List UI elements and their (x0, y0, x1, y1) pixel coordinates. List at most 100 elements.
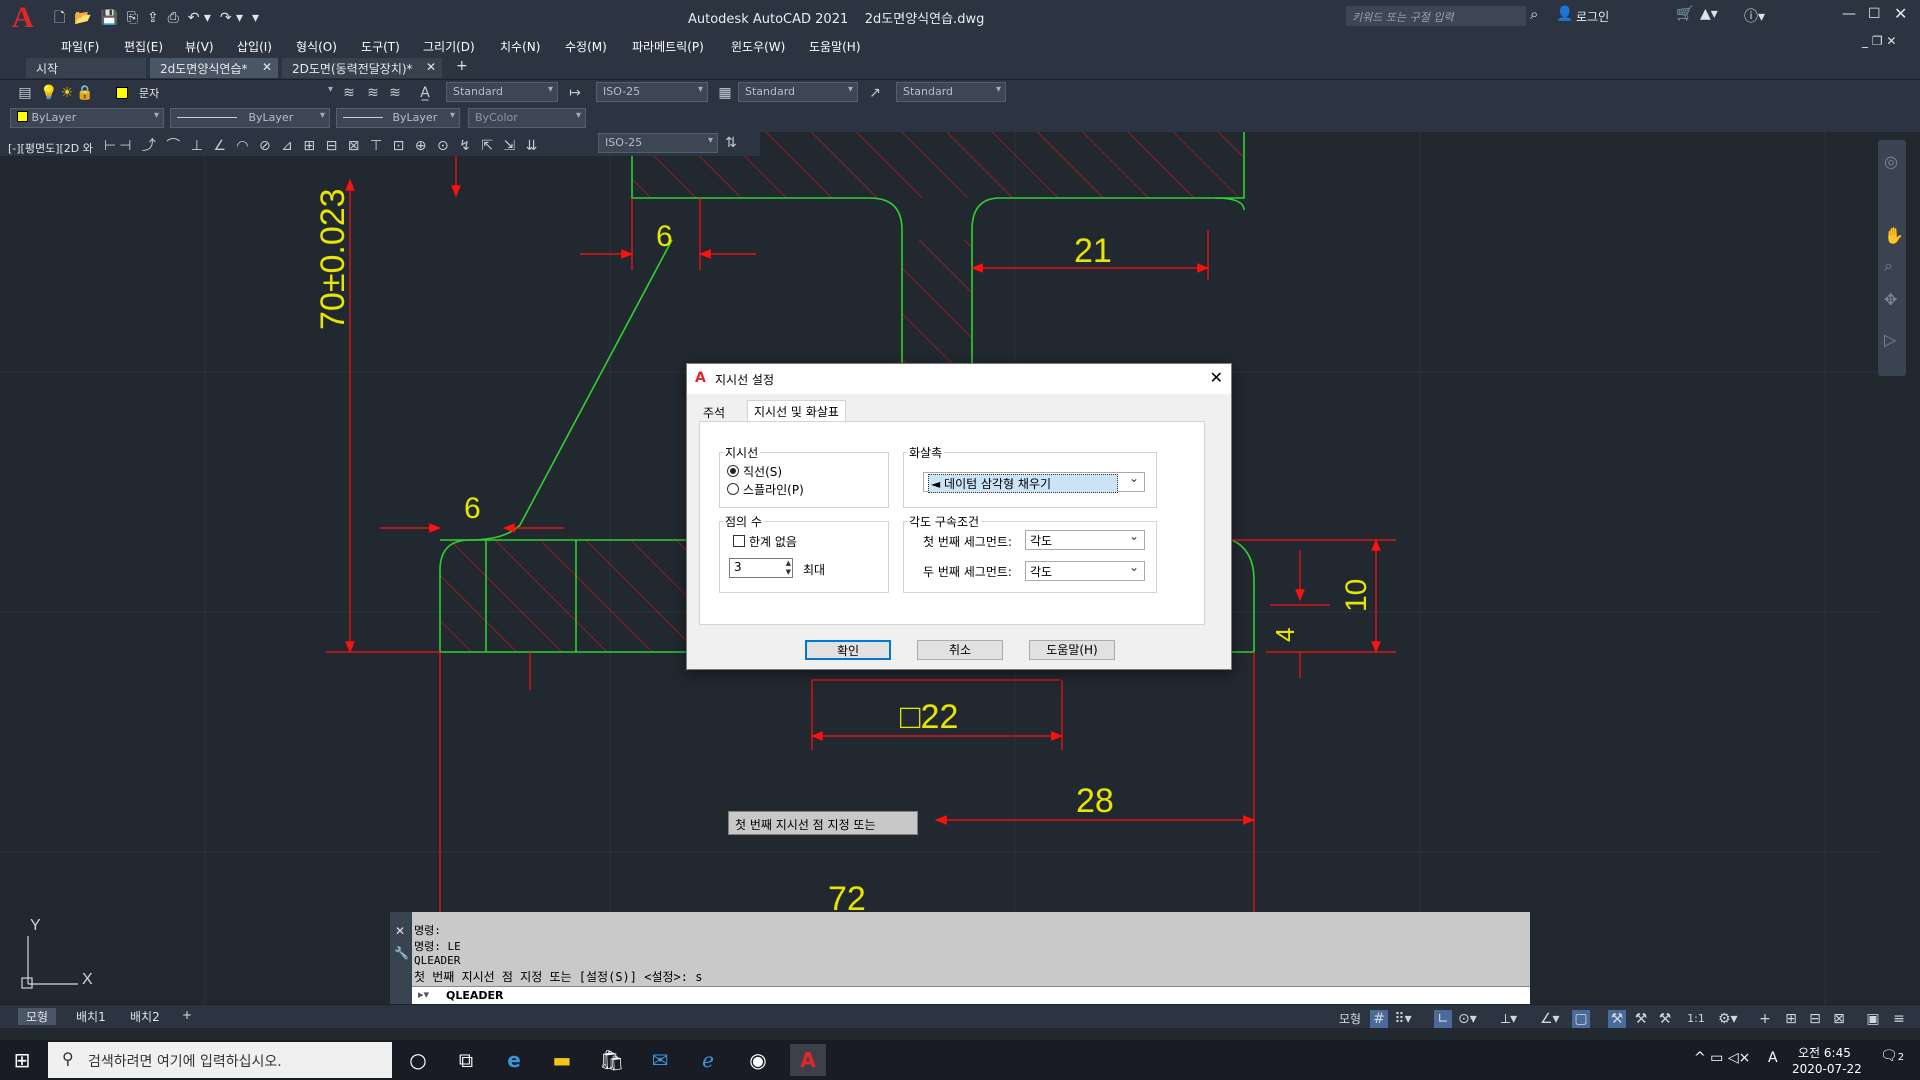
points-spinner[interactable]: 3 ▲ ▼ (729, 558, 793, 578)
maximize-icon[interactable]: ☐ (1868, 6, 1881, 22)
close-tab-icon[interactable]: ✕ (426, 60, 436, 74)
clean-screen-icon[interactable]: ▣ (1864, 1010, 1882, 1028)
text-style-dropdown[interactable]: Standard (446, 82, 558, 102)
isodraft-icon[interactable]: ⟂▾ (1500, 1010, 1518, 1028)
menu-edit[interactable]: 편집(E) (124, 38, 163, 55)
windows-start-icon[interactable]: ⊞ (4, 1044, 40, 1076)
undo-icon[interactable]: ↶ ▾ (188, 10, 211, 26)
menu-help[interactable]: 도움말(H) (809, 38, 861, 55)
dimension-tool-icons[interactable]: ⊢⊣ ⤴ ⌒ ⊥ ∠ ◠ ⊘ ⊿ ⊞ ⊟ ⊠ ⊤ ⊡ ⊕ ⊙ ↯ ⇱ ⇲ ⇊ (104, 135, 540, 155)
dialog-close-icon[interactable]: ✕ (1210, 368, 1223, 387)
mleader-style-dropdown[interactable]: Standard (896, 82, 1006, 102)
menu-draw[interactable]: 그리기(D) (423, 38, 475, 55)
snap-icon[interactable]: ⠿▾ (1394, 1010, 1412, 1028)
ortho-icon[interactable]: ∟ (1434, 1010, 1452, 1028)
layer-lock-icon[interactable]: 🔒 (76, 84, 94, 102)
workspace-gear-icon[interactable]: ⚙▾ (1718, 1010, 1738, 1028)
edge-icon[interactable]: e (496, 1044, 532, 1076)
plotstyle-dropdown[interactable]: ByColor (468, 108, 586, 128)
tray-icons[interactable]: ^ ▭ ◁× (1694, 1050, 1750, 1066)
autocad-logo[interactable]: A (12, 3, 42, 33)
new-tab-icon[interactable]: + (456, 58, 468, 74)
tab-leader-arrow[interactable]: 지시선 및 화살표 (747, 400, 846, 422)
layer-properties-icon[interactable]: ▤ (16, 84, 34, 102)
text-style-icon[interactable]: A̲ (416, 84, 434, 102)
help-button[interactable]: 도움말(H) (1029, 640, 1115, 660)
help-icon[interactable]: ⓘ▾ (1744, 6, 1765, 26)
menu-modify[interactable]: 수정(M) (565, 38, 607, 55)
layer-freeze-icon[interactable]: ☀ (58, 84, 76, 102)
clock-time[interactable]: 오전 6:45 (1798, 1044, 1851, 1061)
minimize-icon[interactable]: — (1842, 6, 1856, 22)
close-tab-icon[interactable]: ✕ (262, 60, 272, 74)
store-icon[interactable]: 🛍 (594, 1044, 630, 1076)
tab-layout2[interactable]: 배치2 (130, 1008, 160, 1025)
notification-icon[interactable]: 🗨2 (1880, 1048, 1904, 1064)
lineweight-dropdown[interactable]: ByLayer (336, 108, 460, 128)
orbit-icon[interactable]: ✥ (1884, 290, 1897, 309)
units-icon[interactable]: ⊞ (1782, 1010, 1800, 1028)
internet-explorer-icon[interactable]: ℯ (690, 1044, 726, 1076)
file-explorer-icon[interactable]: ▬ (544, 1044, 580, 1076)
polar-icon[interactable]: ⊙▾ (1458, 1010, 1477, 1028)
isolate-objects-icon[interactable]: ⊠ (1830, 1010, 1848, 1028)
customize-command-icon[interactable]: 🔧 (394, 946, 409, 960)
plot-icon[interactable]: ⎙ (168, 10, 179, 26)
command-window-grip[interactable]: ✕ 🔧 (390, 912, 412, 1004)
user-icon[interactable]: 👤 (1556, 6, 1573, 22)
layer-bulb-icon[interactable]: 💡 (40, 84, 58, 102)
annotation-scale-icon[interactable]: ⚒ (1656, 1010, 1674, 1028)
quick-properties-icon[interactable]: ⊟ (1806, 1010, 1824, 1028)
customize-qat-icon[interactable]: ▾ (252, 10, 259, 26)
menu-dimension[interactable]: 치수(N) (500, 38, 540, 55)
new-icon[interactable]: 🗋 (54, 10, 65, 26)
no-limit-checkbox[interactable] (733, 535, 745, 547)
steering-wheel-icon[interactable]: ◎ (1884, 152, 1898, 171)
tab-model[interactable]: 모형 (18, 1008, 57, 1025)
annotation-visibility-icon[interactable]: ⚒ (1608, 1010, 1626, 1028)
straight-radio[interactable] (727, 465, 739, 477)
menu-tools[interactable]: 도구(T) (361, 38, 400, 55)
open-icon[interactable]: 📂 (74, 10, 91, 26)
second-segment-dropdown[interactable]: 각도 (1025, 560, 1145, 581)
layer-state-icon[interactable]: ≋ (340, 84, 358, 102)
table-style-dropdown[interactable]: Standard (738, 82, 858, 102)
tab-power-transmission[interactable]: 2D도면(동력전달장치)* ✕ (282, 58, 442, 78)
menu-format[interactable]: 형식(O) (296, 38, 337, 55)
search-box[interactable]: 키워드 또는 구절 입력 (1346, 6, 1526, 26)
dim-style-dropdown-2[interactable]: ISO-25 (598, 133, 718, 153)
pan-icon[interactable]: ✋ (1884, 226, 1904, 245)
close-icon[interactable]: ✕ (1894, 4, 1907, 23)
close-command-icon[interactable]: ✕ (395, 924, 405, 938)
ime-indicator[interactable]: A (1768, 1050, 1778, 1066)
layer-match-icon[interactable]: ≋ (364, 84, 382, 102)
task-view-icon[interactable]: ⧉ (448, 1044, 484, 1076)
ok-button[interactable]: 확인 (805, 640, 891, 660)
mleader-style-icon[interactable]: ↗ (866, 84, 884, 102)
doc-window-controls[interactable]: _ ❐ ✕ (1862, 34, 1896, 48)
spline-radio[interactable] (727, 483, 739, 495)
command-input[interactable]: ▸▾ QLEADER (412, 986, 1530, 1004)
autocad-taskbar-icon[interactable]: A (790, 1044, 826, 1076)
dim-update-icon[interactable]: ⇅ (722, 134, 740, 152)
grid-icon[interactable]: # (1370, 1010, 1388, 1028)
color-dropdown[interactable]: ByLayer (10, 108, 164, 128)
add-layout-icon[interactable]: + (182, 1008, 192, 1022)
first-segment-dropdown[interactable]: 각도 (1025, 529, 1145, 550)
menu-window[interactable]: 윈도우(W) (731, 38, 785, 55)
publish-icon[interactable]: ⇪ (147, 10, 159, 26)
menu-view[interactable]: 뷰(V) (185, 38, 214, 55)
save-as-icon[interactable]: ⎘ (127, 10, 138, 26)
layer-dropdown[interactable]: 문자 (132, 82, 338, 102)
showmotion-icon[interactable]: ▷ (1884, 330, 1896, 349)
chrome-icon[interactable]: ◉ (740, 1044, 776, 1076)
arrowhead-dropdown[interactable]: ◄ 데이텀 삼각형 채우기 (923, 471, 1145, 493)
layer-previous-icon[interactable]: ≋ (386, 84, 404, 102)
cancel-button[interactable]: 취소 (917, 640, 1003, 660)
mail-icon[interactable]: ✉ (642, 1044, 678, 1076)
spline-label[interactable]: 스플라인(P) (743, 481, 804, 498)
cortana-icon[interactable]: ○ (400, 1044, 436, 1076)
a360-icon[interactable]: ▲▾ (1700, 6, 1718, 22)
viewport-label[interactable]: [-][평면도][2D 와 (8, 140, 93, 156)
scale-value[interactable]: 1:1 (1682, 1010, 1710, 1028)
